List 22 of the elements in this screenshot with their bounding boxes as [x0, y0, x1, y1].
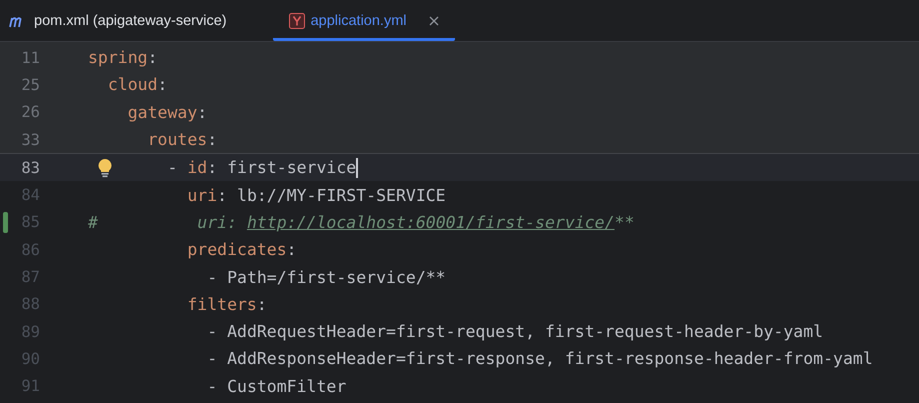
close-icon[interactable] — [428, 16, 439, 26]
code-line: routes: — [148, 130, 218, 150]
line-number: 83 — [20, 158, 40, 177]
code-line: cloud: — [108, 75, 168, 94]
line-number: 11 — [20, 48, 40, 67]
code-line: uri: lb://MY-FIRST-SERVICE — [187, 186, 446, 205]
lightbulb-icon[interactable] — [97, 158, 113, 178]
line-number: 25 — [20, 76, 40, 94]
code-line: # uri: http://localhost:60001/first-service/** — [88, 212, 634, 232]
code-line: - AddResponseHeader=first-response, first-response-header-from-yaml — [207, 349, 873, 368]
code-line: - id: first-service — [167, 158, 358, 178]
code-line: predicates: — [187, 240, 297, 260]
code-line: - CustomFilter — [207, 376, 346, 396]
code-line: gateway: — [128, 102, 208, 122]
code-line: - AddRequestHeader=first-request, first-request-header-by-yaml — [207, 322, 824, 342]
line-number: 26 — [20, 103, 40, 122]
code-line: spring: — [88, 48, 158, 68]
line-number: 33 — [20, 130, 40, 149]
editor-tab[interactable]: pom.xml (apigateway-service) — [8, 0, 243, 41]
code-line: filters: — [187, 294, 267, 314]
code-line: - Path=/first-service/** — [207, 268, 446, 287]
yaml-file-icon — [288, 12, 305, 28]
